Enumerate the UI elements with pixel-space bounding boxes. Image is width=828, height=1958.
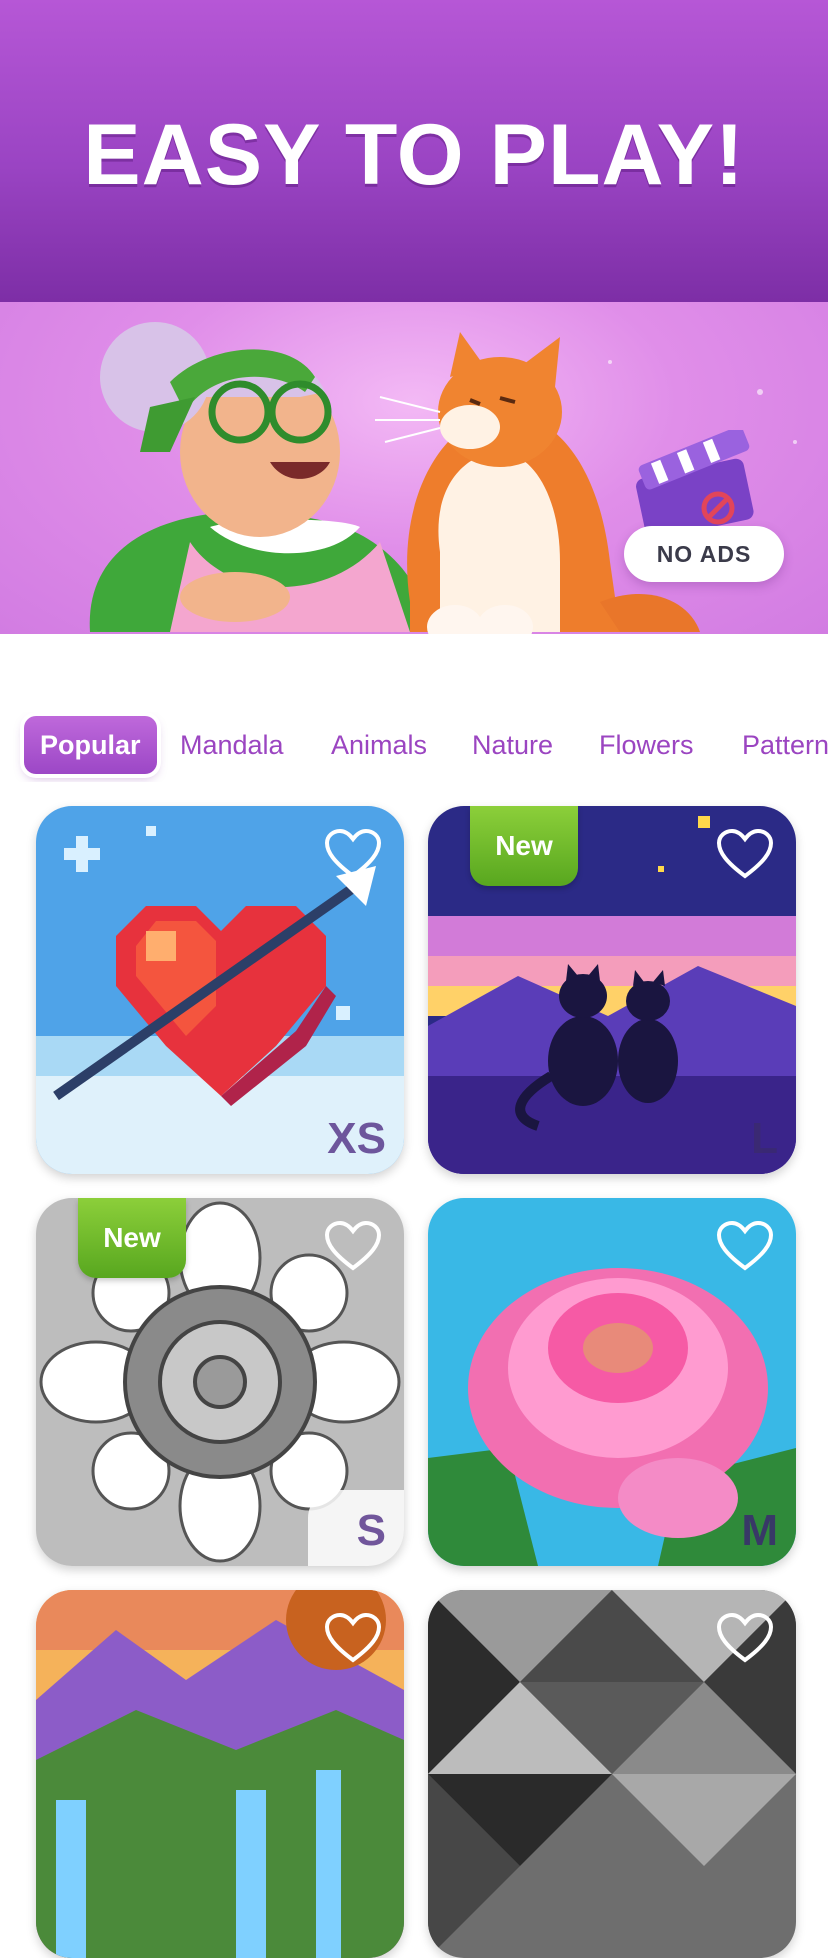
difficulty-size-label: L [751, 1114, 778, 1163]
difficulty-size-label: M [741, 1506, 778, 1555]
favorite-heart-icon[interactable] [324, 1612, 382, 1664]
picture-card[interactable]: XS [36, 806, 404, 1174]
headline: EASY TO PLAY! [83, 106, 745, 203]
tab-animals[interactable]: Animals [331, 716, 427, 774]
new-badge: New [470, 806, 578, 886]
category-tabs: Popular Mandala Animals Nature Flowers P… [0, 712, 828, 782]
tab-flowers[interactable]: Flowers [599, 716, 694, 774]
favorite-heart-icon[interactable] [324, 828, 382, 880]
picture-card[interactable]: New S [36, 1198, 404, 1566]
favorite-heart-icon[interactable] [716, 1612, 774, 1664]
clapperboard-icon [636, 430, 754, 540]
difficulty-size-label: XS [327, 1114, 386, 1163]
favorite-heart-icon[interactable] [716, 828, 774, 880]
top-banner: EASY TO PLAY! [0, 0, 828, 302]
picture-card[interactable]: New L [428, 806, 796, 1174]
tab-popular[interactable]: Popular [24, 716, 157, 774]
tab-mandala[interactable]: Mandala [180, 716, 284, 774]
picture-card[interactable] [428, 1590, 796, 1958]
picture-card[interactable] [36, 1590, 404, 1958]
difficulty-size-label: S [356, 1506, 386, 1555]
favorite-heart-icon[interactable] [716, 1220, 774, 1272]
favorite-heart-icon[interactable] [324, 1220, 382, 1272]
tab-pattern[interactable]: Pattern [742, 716, 828, 774]
no-ads-badge[interactable]: NO ADS [624, 526, 784, 582]
new-badge: New [78, 1198, 186, 1278]
picture-card[interactable]: M [428, 1198, 796, 1566]
tab-nature[interactable]: Nature [472, 716, 553, 774]
